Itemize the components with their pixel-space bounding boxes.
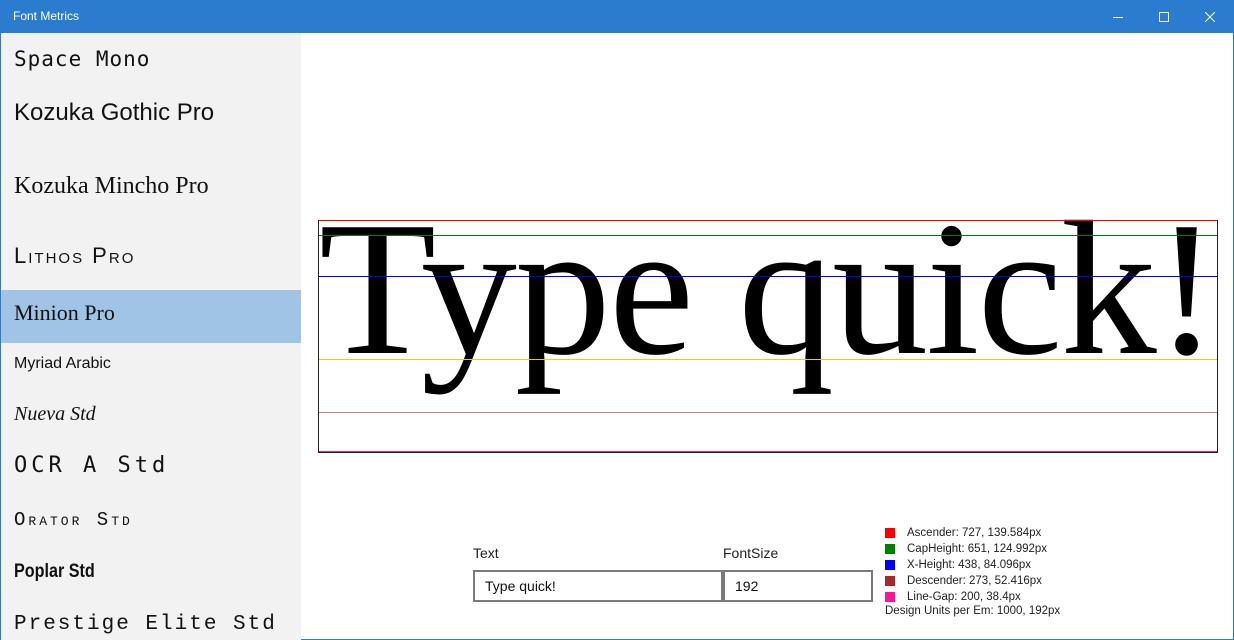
font-list[interactable]: Space Mono Kozuka Gothic Pro Kozuka Minc… [1,33,301,640]
font-item-kozuka-gothic-pro[interactable]: Kozuka Gothic Pro [1,99,301,135]
font-item-lithos-pro[interactable]: Lithos Pro [1,243,301,277]
x-height-line [319,276,1217,277]
fontsize-label: FontSize [723,545,779,561]
legend-x-height: X-Height: 438, 84.096px [885,558,1031,572]
line-gap-swatch [885,592,895,602]
legend-label: CapHeight: 651, 124.992px [907,543,1048,555]
font-item-orator-std[interactable]: Orator Std [1,509,301,539]
x-height-swatch [885,560,895,570]
font-item-nueva-std[interactable]: Nueva Std [1,403,301,433]
descender-swatch [885,576,895,586]
legend-label: Descender: 273, 52.416px [907,575,1042,587]
legend-label: X-Height: 438, 84.096px [907,559,1032,571]
font-item-prestige-elite-std[interactable]: Prestige Elite Std [1,613,301,640]
minimize-icon [1113,17,1123,18]
close-button[interactable] [1187,1,1233,33]
legend-ascender: Ascender: 727, 139.584px [885,526,1041,540]
maximize-button[interactable] [1141,1,1187,33]
text-label: Text [473,545,499,561]
fontsize-input[interactable]: 192 [723,570,873,602]
text-input[interactable]: Type quick! [473,570,723,602]
font-item-minion-pro[interactable]: Minion Pro [1,290,301,343]
maximize-icon [1159,12,1169,22]
font-item-poplar-std[interactable]: Poplar Std [3,561,258,593]
ascender-line [319,220,1217,221]
font-item-kozuka-mincho-pro[interactable]: Kozuka Mincho Pro [1,173,301,209]
design-units-label: Design Units per Em: 1000, 192px [885,605,1061,617]
minimize-button[interactable] [1095,1,1141,33]
legend-descender: Descender: 273, 52.416px [885,574,1042,588]
metrics-bounding-box [318,220,1218,453]
font-item-space-mono[interactable]: Space Mono [1,47,301,81]
app-window: Font Metrics Space Mono Kozuka Gothic Pr… [0,0,1234,640]
descender-line [319,412,1217,413]
cap-height-line [319,235,1217,236]
line-gap-line [319,451,1217,452]
window-title: Font Metrics [13,9,80,23]
cap-height-swatch [885,544,895,554]
font-item-ocr-a-std[interactable]: OCR A Std [1,453,301,487]
legend-line-gap: Line-Gap: 200, 38.4px [885,590,1021,604]
close-icon [1205,12,1215,22]
legend-cap-height: CapHeight: 651, 124.992px [885,542,1047,556]
legend-label: Line-Gap: 200, 38.4px [907,591,1021,603]
title-bar[interactable]: Font Metrics [1,1,1233,33]
ascender-swatch [885,528,895,538]
baseline-line [319,359,1217,360]
legend-label: Ascender: 727, 139.584px [907,527,1042,539]
font-item-myriad-arabic[interactable]: Myriad Arabic [1,355,301,381]
